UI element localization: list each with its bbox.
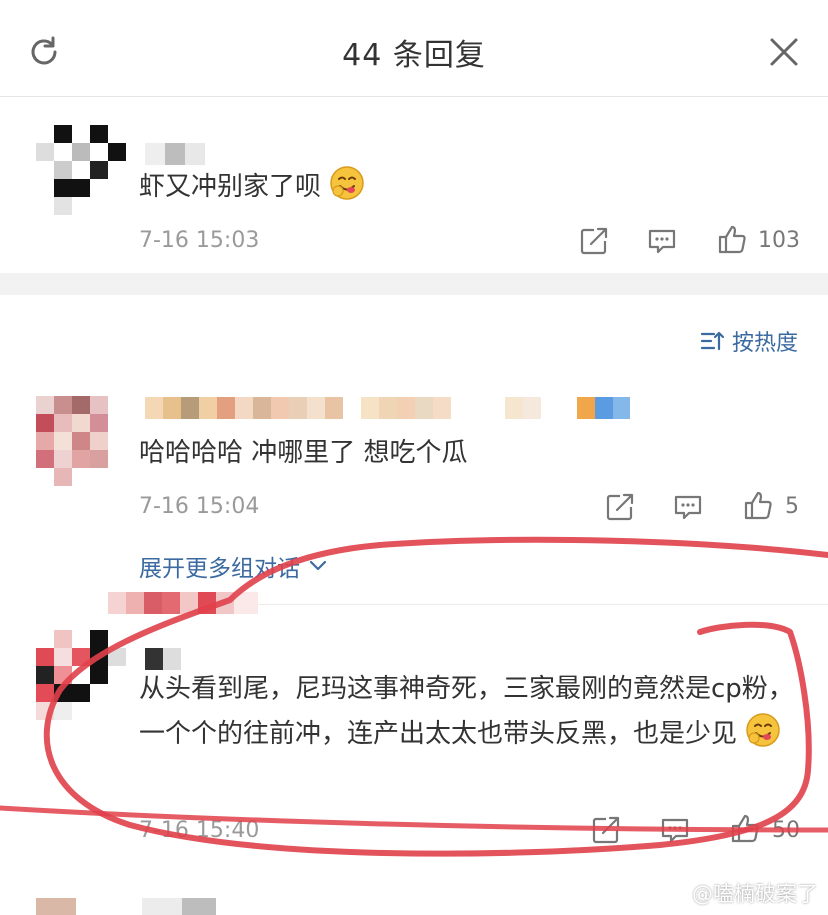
like-icon[interactable] [742, 489, 774, 521]
sort-toggle[interactable]: 按热度 [700, 325, 798, 357]
like-count: 5 [785, 494, 799, 519]
reply-icon[interactable] [659, 814, 691, 846]
expand-label: 展开更多组对话 [139, 556, 300, 582]
reply-item: 哈哈哈哈 冲哪里了 想吃个瓜 7-16 15:04 5 [0, 380, 828, 540]
chevron-down-icon [309, 560, 327, 571]
expand-more-dialogs[interactable]: 展开更多组对话 [139, 549, 328, 583]
avatar[interactable] [36, 630, 126, 726]
comment-time: 7-16 15:04 [139, 494, 260, 519]
comment-text: 哈哈哈哈 冲哪里了 想吃个瓜 [139, 438, 468, 468]
weibo-logo-icon [663, 884, 686, 903]
username-blurred[interactable] [145, 143, 205, 165]
avatar[interactable] [36, 396, 108, 492]
yummy-face-emoji [330, 166, 365, 200]
share-icon[interactable] [590, 814, 622, 846]
username-blurred[interactable] [145, 397, 630, 419]
yummy-face-emoji [746, 713, 781, 747]
section-gap [0, 273, 828, 295]
root-comment: 虾又冲别家了呗 7-16 15:03 103 [0, 97, 828, 272]
reply-item: 从头看到尾，尼玛这事神奇死，三家最刚的竟然是cp粉，一个个的往前冲，连产出太太也… [0, 590, 828, 850]
comment-text: 虾又冲别家了呗 [139, 165, 799, 210]
avatar[interactable] [36, 125, 126, 221]
username-blurred[interactable] [108, 592, 258, 614]
like-count: 50 [772, 818, 800, 843]
like-icon[interactable] [729, 812, 761, 844]
close-icon[interactable] [768, 36, 800, 68]
share-icon[interactable] [578, 225, 610, 257]
header-bar: 44 条回复 [0, 0, 828, 97]
reply-icon[interactable] [646, 225, 678, 257]
like-count: 103 [758, 228, 800, 253]
share-icon[interactable] [604, 491, 636, 523]
sort-label: 按热度 [731, 331, 798, 356]
like-icon[interactable] [716, 223, 748, 255]
page-title: 44 条回复 [342, 38, 486, 73]
comment-time: 7-16 15:40 [139, 818, 260, 843]
next-comment-partial [36, 898, 216, 915]
comment-text: 从头看到尾，尼玛这事神奇死，三家最刚的竟然是cp粉，一个个的往前冲，连产出太太也… [139, 674, 794, 749]
watermark-text: @嗑楠破案了 [692, 882, 818, 906]
watermark: @嗑楠破案了 [662, 878, 818, 908]
sort-icon [700, 331, 725, 351]
comment-time: 7-16 15:03 [139, 228, 260, 253]
reply-icon[interactable] [672, 491, 704, 523]
